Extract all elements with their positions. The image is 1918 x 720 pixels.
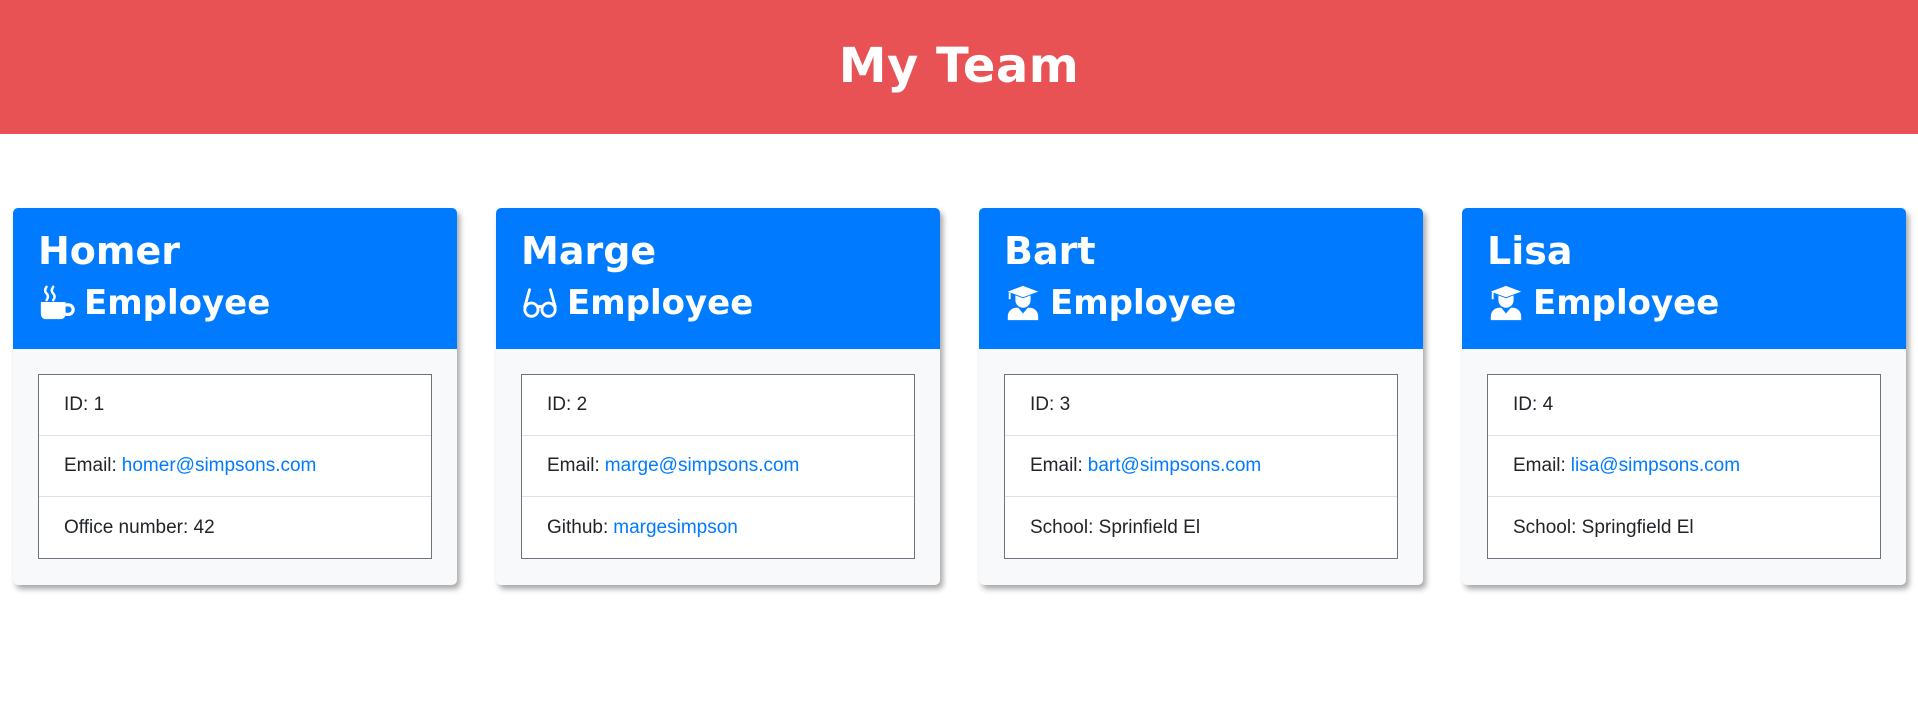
details-list: ID: 3 Email: bart@simpsons.com School: S… (1004, 374, 1398, 559)
employee-name: Homer (38, 229, 181, 273)
graduate-icon (1487, 284, 1525, 322)
email-link[interactable]: marge@simpsons.com (605, 455, 800, 477)
card-header: Homer Employee (13, 208, 457, 349)
github-link[interactable]: margesimpson (613, 517, 738, 539)
card-header: Bart Employee (979, 208, 1423, 349)
card-header: Lisa Employee (1462, 208, 1906, 349)
employee-name: Lisa (1487, 229, 1573, 273)
header-banner: My Team (0, 0, 1918, 134)
email-link[interactable]: homer@simpsons.com (122, 455, 317, 477)
details-list: ID: 4 Email: lisa@simpsons.com School: S… (1487, 374, 1881, 559)
graduate-icon (1004, 284, 1042, 322)
list-item-id: ID: 1 (39, 375, 431, 436)
details-list: ID: 2 Email: marge@simpsons.com Github: … (521, 374, 915, 559)
employee-role: Employee (521, 282, 915, 324)
list-item-school: School: Springfield El (1513, 516, 1694, 538)
glasses-icon (521, 284, 559, 322)
role-label: Employee (567, 283, 754, 323)
employee-role: Employee (1487, 282, 1881, 324)
list-item-github: Github: margesimpson (547, 516, 738, 539)
list-item-email: Email: lisa@simpsons.com (1488, 436, 1880, 497)
role-label: Employee (1050, 283, 1237, 323)
email-link[interactable]: bart@simpsons.com (1088, 455, 1261, 477)
employee-name: Marge (521, 229, 657, 273)
coffee-mug-icon (38, 284, 76, 322)
list-item-office: Office number: 42 (64, 516, 215, 538)
employee-card-marge: Marge Employee ID: 2 Email: marge@simpso… (496, 208, 940, 585)
card-header: Marge Employee (496, 208, 940, 349)
page-title: My Team (838, 38, 1080, 94)
employee-card-homer: Homer Employee ID: 1 Email: homer@simpso… (13, 208, 457, 585)
employee-role: Employee (1004, 282, 1398, 324)
role-label: Employee (1533, 283, 1720, 323)
list-item-id: ID: 3 (1005, 375, 1397, 436)
employee-card-bart: Bart Employee ID: 3 Email: bart@simpsons… (979, 208, 1423, 585)
list-item-email: Email: homer@simpsons.com (39, 436, 431, 497)
list-item-id: ID: 4 (1488, 375, 1880, 436)
employee-name: Bart (1004, 229, 1096, 273)
employee-card-lisa: Lisa Employee ID: 4 Email: lisa@simpsons… (1462, 208, 1906, 585)
details-list: ID: 1 Email: homer@simpsons.com Office n… (38, 374, 432, 559)
email-link[interactable]: lisa@simpsons.com (1571, 455, 1740, 477)
list-item-email: Email: bart@simpsons.com (1005, 436, 1397, 497)
employee-role: Employee (38, 282, 432, 324)
list-item-email: Email: marge@simpsons.com (522, 436, 914, 497)
role-label: Employee (84, 283, 271, 323)
list-item-school: School: Sprinfield El (1030, 516, 1201, 538)
list-item-id: ID: 2 (522, 375, 914, 436)
